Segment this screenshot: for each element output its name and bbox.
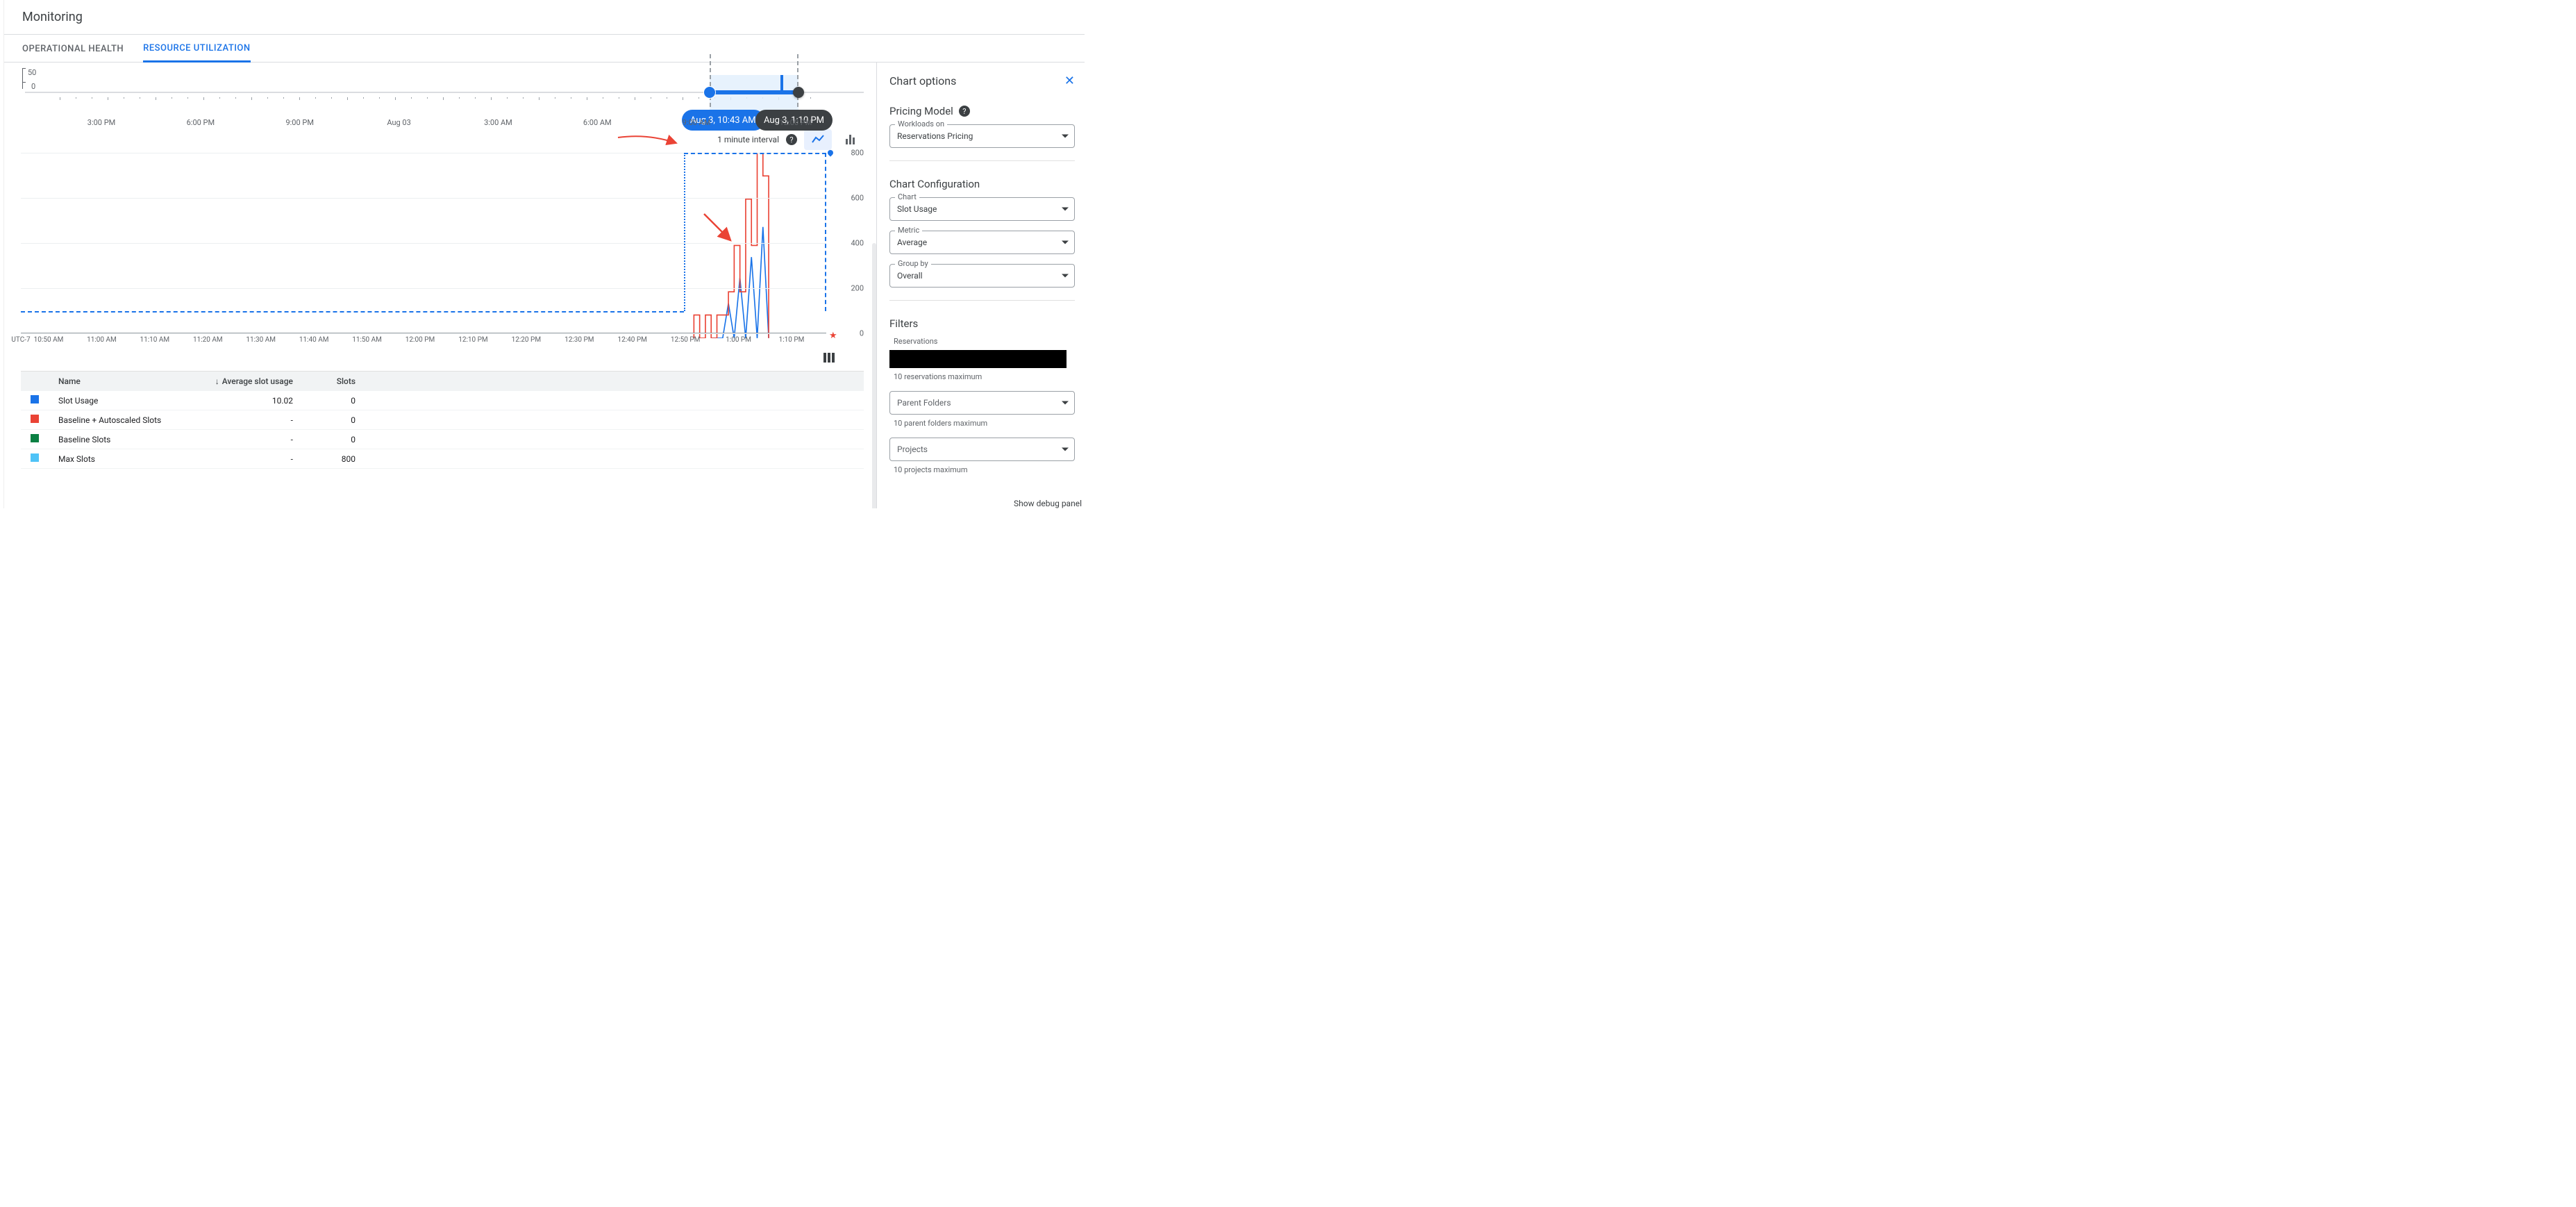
chart-toolbar: 1 minute interval ? [21, 128, 864, 151]
column-settings-icon[interactable] [21, 349, 864, 363]
folders-help: 10 parent folders maximum [894, 419, 1075, 428]
legend-row[interactable]: Slot Usage10.020 [21, 391, 864, 410]
bar-chart-toggle[interactable] [836, 129, 864, 150]
chart-x-tick: 12:30 PM [564, 336, 594, 344]
overview-selection[interactable] [710, 54, 798, 114]
overview-x-tick: 3:00 PM [87, 118, 115, 127]
chart-x-tick: 1:10 PM [779, 336, 805, 344]
overview-timeline[interactable]: 50 0 Aug 3, 10:43 AM Aug 3, 1:10 PM [21, 68, 864, 101]
chart-x-axis: UTC-7 10:50 AM11:00 AM11:10 AM11:20 AM11… [21, 333, 805, 349]
show-debug-panel-link[interactable]: Show debug panel [1014, 499, 1082, 508]
overview-x-tick: 3:00 AM [484, 118, 512, 127]
projects-help: 10 projects maximum [894, 465, 1075, 474]
col-avg-sort[interactable]: ↓ Average slot usage [190, 376, 301, 386]
workloads-select[interactable]: Workloads on Reservations Pricing [889, 124, 1075, 148]
annotation-arrow [701, 211, 736, 246]
parent-folders-filter[interactable]: Parent Folders [889, 391, 1075, 415]
help-icon[interactable]: ? [959, 106, 970, 117]
tab-resource-utilization[interactable]: RESOURCE UTILIZATION [143, 35, 250, 63]
tab-operational-health[interactable]: OPERATIONAL HEALTH [22, 36, 124, 61]
overview-y-tick: 0 [31, 82, 35, 91]
chart-config-heading: Chart Configuration [889, 178, 1075, 190]
overview-x-tick: 9:00 AM [683, 118, 711, 127]
chart-options-panel: Chart options ✕ Pricing Model? Workloads… [876, 63, 1085, 508]
pricing-model-heading: Pricing Model [889, 105, 953, 117]
overview-x-tick: 12:00 PM [780, 118, 812, 127]
chart-x-tick: 11:10 AM [140, 336, 170, 344]
overview-x-tick: 6:00 AM [583, 118, 612, 127]
chart-x-tick: 10:50 AM [34, 336, 64, 344]
overview-handle-start[interactable] [704, 87, 715, 98]
col-name[interactable]: Name [58, 376, 190, 386]
groupby-select[interactable]: Group byOverall [889, 264, 1075, 288]
overview-handle-end[interactable] [793, 87, 804, 98]
panel-title: Chart options [889, 74, 956, 88]
legend-row[interactable]: Baseline Slots-0 [21, 430, 864, 449]
reservations-help: 10 reservations maximum [894, 372, 1075, 381]
help-icon[interactable]: ? [786, 134, 797, 145]
chart-x-tick: 11:00 AM [87, 336, 117, 344]
overview-x-tick: 9:00 PM [285, 118, 313, 127]
legend-row[interactable]: Max Slots-800 [21, 449, 864, 469]
overview-x-tick: 6:00 PM [187, 118, 215, 127]
overview-x-axis: 3:00 PM 6:00 PM 9:00 PM Aug 03 3:00 AM 6:00 A… [25, 107, 864, 128]
chart-x-tick: 1:00 PM [726, 336, 751, 344]
reservations-filter[interactable] [889, 350, 1067, 368]
chart-x-tick: 12:00 PM [405, 336, 435, 344]
timezone-label: UTC-7 [11, 336, 30, 344]
metric-select[interactable]: MetricAverage [889, 231, 1075, 254]
chart-x-tick: 11:20 AM [193, 336, 223, 344]
overview-x-tick: Aug 03 [387, 118, 410, 127]
arrow-down-icon: ↓ [215, 376, 219, 386]
tablist: OPERATIONAL HEALTH RESOURCE UTILIZATION [0, 35, 1085, 63]
projects-filter[interactable]: Projects [889, 438, 1075, 461]
chart-x-tick: 12:10 PM [458, 336, 487, 344]
legend-row[interactable]: Baseline + Autoscaled Slots-0 [21, 410, 864, 430]
bar-chart-icon [846, 135, 855, 144]
col-slots[interactable]: Slots [301, 376, 364, 386]
chart-select[interactable]: ChartSlot Usage [889, 197, 1075, 221]
interval-label: 1 minute interval [717, 135, 779, 144]
chart-x-tick: 11:40 AM [299, 336, 329, 344]
annotation-arrow [617, 133, 679, 151]
overview-y-tick: 50 [28, 68, 36, 77]
chart-x-tick: 11:50 AM [352, 336, 382, 344]
legend-table: Name ↓ Average slot usage Slots Slot Usa… [21, 371, 864, 469]
page-title: Monitoring [0, 0, 1085, 35]
chart-x-tick: 12:20 PM [512, 336, 541, 344]
chart-x-tick: 12:50 PM [671, 336, 700, 344]
chart-x-tick: 11:30 AM [246, 336, 276, 344]
close-icon[interactable]: ✕ [1064, 74, 1075, 88]
slot-usage-chart: 0200400600800★ [21, 153, 864, 333]
filters-heading: Filters [889, 317, 1075, 330]
line-chart-toggle[interactable] [804, 129, 832, 150]
chart-x-tick: 12:40 PM [617, 336, 646, 344]
line-chart-icon [811, 134, 825, 145]
